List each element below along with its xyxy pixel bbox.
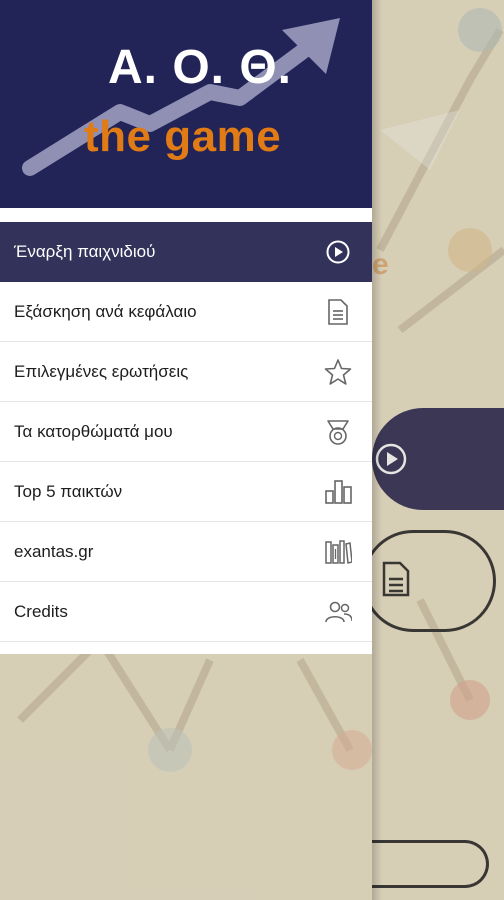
menu-item-label: Top 5 παικτών bbox=[14, 481, 123, 501]
drawer-header: Α. Ο. Θ. the game bbox=[0, 0, 372, 208]
menu-item-label: exantas.gr bbox=[14, 541, 94, 561]
menu-bottom-spacer bbox=[0, 642, 372, 654]
menu-item-label: Τα κατορθώματά μου bbox=[14, 421, 173, 441]
medal-icon bbox=[324, 418, 352, 446]
bar-chart-icon bbox=[324, 478, 352, 506]
menu-item-exantas-link[interactable]: exantas.gr bbox=[0, 522, 372, 582]
menu-item-label: Εξάσκηση ανά κεφάλαιο bbox=[14, 301, 197, 321]
drawer-spacer bbox=[0, 208, 372, 222]
logo-subtitle: the game bbox=[84, 112, 282, 161]
drawer-shadow bbox=[372, 0, 382, 900]
logo-title: Α. Ο. Θ. bbox=[108, 41, 293, 94]
menu-item-my-achievements[interactable]: Τα κατορθώματά μου bbox=[0, 402, 372, 462]
document-icon bbox=[324, 298, 352, 326]
navigation-drawer: Α. Ο. Θ. the game Έναρξη παιχνιδιού Εξάσ… bbox=[0, 0, 372, 900]
library-icon bbox=[324, 538, 352, 566]
menu-item-practice-by-chapter[interactable]: Εξάσκηση ανά κεφάλαιο bbox=[0, 282, 372, 342]
star-icon bbox=[324, 358, 352, 386]
menu-item-label: Credits bbox=[14, 601, 68, 621]
menu-item-top-5-players[interactable]: Top 5 παικτών bbox=[0, 462, 372, 522]
menu-item-selected-questions[interactable]: Επιλεγμένες ερωτήσεις bbox=[0, 342, 372, 402]
menu-item-credits[interactable]: Credits bbox=[0, 582, 372, 642]
menu-item-label: Επιλεγμένες ερωτήσεις bbox=[14, 361, 189, 381]
menu-item-label: Έναρξη παιχνιδιού bbox=[14, 242, 156, 261]
drawer-menu: Έναρξη παιχνιδιού Εξάσκηση ανά κεφάλαιο … bbox=[0, 222, 372, 654]
menu-item-start-game[interactable]: Έναρξη παιχνιδιού bbox=[0, 222, 372, 282]
trend-arrow-icon bbox=[22, 18, 340, 176]
play-circle-icon bbox=[324, 238, 352, 266]
users-icon bbox=[324, 598, 352, 626]
